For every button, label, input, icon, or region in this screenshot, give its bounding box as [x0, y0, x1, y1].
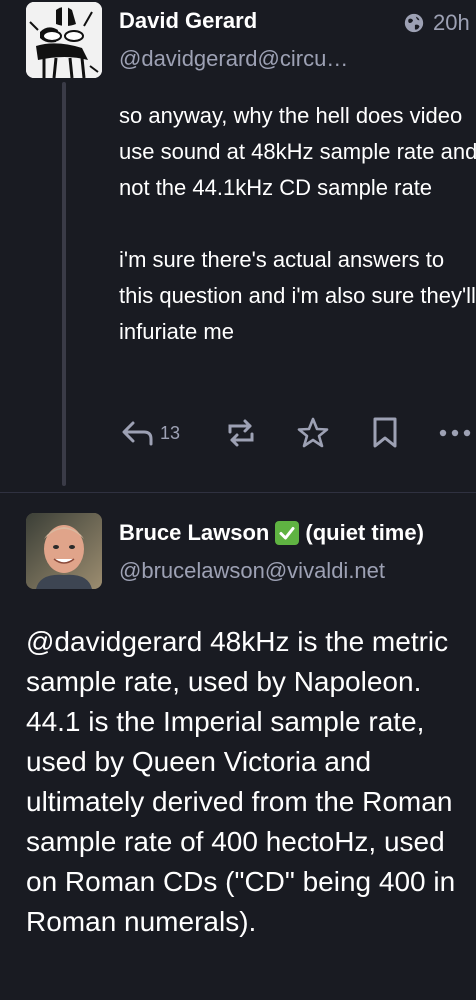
boost-button[interactable]	[224, 413, 258, 453]
post-time[interactable]: 20h	[433, 10, 470, 36]
bookmark-icon	[370, 416, 400, 450]
display-name[interactable]: David Gerard	[119, 8, 257, 34]
display-name-text: Bruce Lawson	[119, 520, 270, 545]
globe-icon	[403, 12, 425, 34]
content-paragraph: i'm sure there's actual answers to this …	[119, 247, 476, 344]
post-divider	[0, 492, 476, 493]
post-content: @davidgerard 48kHz is the metric sample …	[26, 622, 472, 942]
display-name[interactable]: Bruce Lawson (quiet time)	[119, 520, 424, 546]
avatar[interactable]	[26, 2, 102, 78]
thread-connector-line	[62, 82, 66, 486]
content-paragraph: so anyway, why the hell does video use s…	[119, 103, 476, 200]
reply-button[interactable]: 13	[120, 413, 180, 453]
bookmark-button[interactable]	[370, 413, 400, 453]
status-post-david-gerard[interactable]: David Gerard @davidgerard@circu… 20h so …	[0, 0, 476, 492]
check-mark-emoji	[275, 521, 300, 545]
more-icon	[438, 427, 472, 439]
reply-icon	[120, 418, 154, 448]
avatar-image	[26, 2, 102, 78]
action-bar: 13	[120, 413, 476, 453]
boost-icon	[224, 416, 258, 450]
post-meta: 20h	[403, 10, 470, 36]
account-handle[interactable]: @brucelawson@vivaldi.net	[119, 558, 385, 584]
star-icon	[296, 416, 330, 450]
more-button[interactable]	[438, 413, 472, 453]
avatar-image	[26, 513, 102, 589]
account-handle[interactable]: @davidgerard@circu…	[119, 46, 369, 72]
avatar[interactable]	[26, 513, 102, 589]
favourite-button[interactable]	[296, 413, 330, 453]
post-content: so anyway, why the hell does video use s…	[119, 98, 476, 350]
display-name-suffix: (quiet time)	[305, 520, 424, 545]
content-paragraph: @davidgerard 48kHz is the metric sample …	[26, 626, 456, 937]
reply-count: 13	[160, 422, 181, 443]
